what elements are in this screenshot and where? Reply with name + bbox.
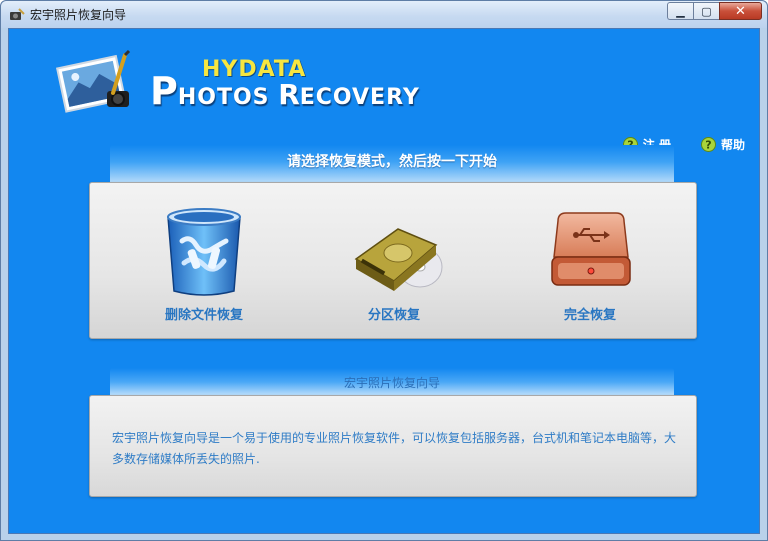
hard-disk-icon (354, 228, 443, 291)
logo-letter-p: P (150, 69, 178, 113)
usb-drive-icon (551, 212, 631, 286)
title-bar[interactable]: 宏宇照片恢复向导 ▁ ▢ ✕ (1, 1, 767, 28)
minimize-button[interactable]: ▁ (667, 2, 693, 20)
question-icon: ? (700, 137, 716, 152)
window-title: 宏宇照片恢复向导 (30, 8, 127, 22)
logo-letter-r: R (278, 78, 300, 111)
close-button[interactable]: ✕ (719, 2, 762, 20)
mode-label: 删除文件恢复 (164, 308, 243, 323)
help-label: 帮助 (720, 138, 745, 152)
client-area: HYDATA PHOTOS RECOVERY ? 注 册 ? 帮助 (8, 28, 760, 534)
app-camera-icon (10, 8, 25, 20)
window-controls: ▁ ▢ ✕ (667, 2, 762, 20)
mode-heading-banner: 请选择恢复模式，然后按一下开始 (110, 145, 674, 183)
photo-camera-logo-icon (55, 49, 131, 113)
info-description: 宏宇照片恢复向导是一个易于使用的专业照片恢复软件，可以恢复包括服务器，台式机和笔… (112, 431, 677, 466)
help-link[interactable]: ? 帮助 (700, 136, 745, 153)
recycle-bin-icon (167, 208, 241, 296)
svg-text:?: ? (705, 139, 711, 152)
app-window: 宏宇照片恢复向导 ▁ ▢ ✕ HYDATA PHOTOS RECOVERY ? … (0, 0, 768, 541)
info-heading-banner: 宏宇照片恢复向导 (110, 368, 674, 396)
info-panel: 宏宇照片恢复向导是一个易于使用的专业照片恢复软件，可以恢复包括服务器，台式机和笔… (89, 395, 697, 497)
info-heading: 宏宇照片恢复向导 (343, 376, 440, 390)
mode-partition-recovery[interactable]: 分区恢复 (314, 201, 474, 331)
mode-label: 完全恢复 (563, 308, 616, 323)
logo-word-photos: HOTOS (177, 85, 279, 110)
mode-heading: 请选择恢复模式，然后按一下开始 (287, 154, 497, 170)
mode-label: 分区恢复 (367, 308, 420, 323)
mode-deleted-file-recovery[interactable]: 删除文件恢复 (124, 201, 284, 331)
logo-product-text: PHOTOS RECOVERY (150, 69, 420, 113)
mode-full-recovery[interactable]: 完全恢复 (510, 201, 670, 331)
logo-word-recovery: ECOVERY (299, 85, 420, 110)
mode-panel: 删除文件恢复 分区恢复 完全恢复 (89, 182, 697, 339)
maximize-button[interactable]: ▢ (693, 2, 719, 20)
